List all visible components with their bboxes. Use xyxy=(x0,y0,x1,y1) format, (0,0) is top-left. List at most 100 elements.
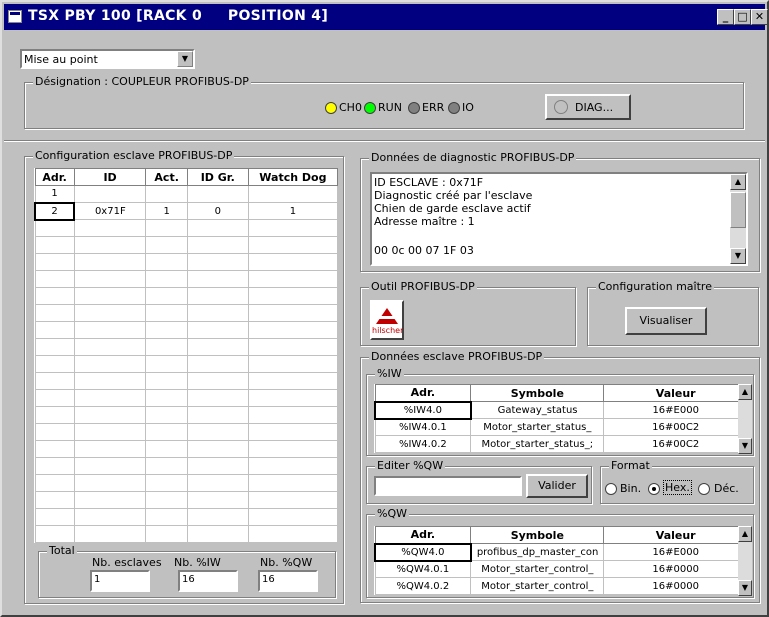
cell[interactable] xyxy=(73,253,147,271)
cell[interactable]: Motor_starter_control_ xyxy=(470,577,605,595)
hilscher-logo-button[interactable]: hilscher xyxy=(370,300,404,340)
cell[interactable]: 16#E000 xyxy=(603,543,748,561)
close-button[interactable]: ✕ xyxy=(751,9,768,25)
cell[interactable] xyxy=(247,474,339,492)
cell[interactable]: %IW4.0.1 xyxy=(374,418,472,436)
mode-select[interactable]: Mise au point ▼ xyxy=(20,49,195,69)
cell[interactable]: 1 xyxy=(34,185,75,203)
table-row-empty[interactable] xyxy=(34,236,339,254)
table-row-empty[interactable] xyxy=(34,287,339,305)
cell[interactable]: %QW4.0.1 xyxy=(374,560,472,578)
cell[interactable] xyxy=(145,355,188,373)
table-row[interactable]: 2 0x71F 1 0 1 xyxy=(33,201,339,221)
cell[interactable] xyxy=(34,253,75,271)
title-bar[interactable]: TSX PBY 100 [RACK 0 POSITION 4] _ □ ✕ xyxy=(4,4,768,30)
table-row-empty[interactable] xyxy=(34,253,339,271)
cell[interactable]: %IW4.0.2 xyxy=(374,435,472,453)
cell[interactable] xyxy=(34,304,75,322)
cell[interactable] xyxy=(145,287,188,305)
cell[interactable]: Motor_starter_status_ xyxy=(470,418,605,436)
cell[interactable] xyxy=(34,440,75,458)
minimize-button[interactable]: _ xyxy=(717,9,734,25)
cell[interactable] xyxy=(145,457,188,475)
cell[interactable] xyxy=(34,474,75,492)
cell[interactable] xyxy=(145,304,188,322)
cell[interactable] xyxy=(247,304,339,322)
table-row-empty[interactable] xyxy=(34,270,339,288)
cell[interactable] xyxy=(145,440,188,458)
cell[interactable] xyxy=(73,525,147,543)
scroll-thumb[interactable] xyxy=(730,192,746,228)
table-row-empty[interactable] xyxy=(34,389,339,407)
cell[interactable] xyxy=(247,270,339,288)
table-row-empty[interactable] xyxy=(34,338,339,356)
table-row-empty[interactable] xyxy=(34,304,339,322)
cell[interactable] xyxy=(34,219,75,237)
visualiser-button[interactable]: Visualiser xyxy=(625,307,707,335)
col-act[interactable]: Act. xyxy=(145,168,188,186)
cell[interactable] xyxy=(186,236,249,254)
cell[interactable] xyxy=(34,338,75,356)
cell[interactable] xyxy=(145,321,188,339)
col-id-gr[interactable]: ID Gr. xyxy=(186,168,249,186)
cell[interactable] xyxy=(247,440,339,458)
cell[interactable] xyxy=(247,185,339,203)
cell[interactable] xyxy=(34,372,75,390)
cell[interactable] xyxy=(145,270,188,288)
cell[interactable] xyxy=(34,270,75,288)
cell[interactable]: 16#00C2 xyxy=(603,435,748,453)
cell[interactable] xyxy=(34,287,75,305)
cell[interactable] xyxy=(247,321,339,339)
table-row-empty[interactable] xyxy=(34,372,339,390)
cell[interactable] xyxy=(186,389,249,407)
cell[interactable] xyxy=(34,457,75,475)
col-value[interactable]: Valeur xyxy=(603,384,748,402)
cell[interactable] xyxy=(247,219,339,237)
maximize-button[interactable]: □ xyxy=(734,9,751,25)
table-row[interactable]: %QW4.0 profibus_dp_master_con 16#E000 xyxy=(374,542,748,562)
cell[interactable] xyxy=(145,423,188,441)
table-row[interactable]: %IW4.0.1 Motor_starter_status_ 16#00C2 xyxy=(374,418,748,436)
cell[interactable]: 1 xyxy=(247,202,339,220)
cell[interactable] xyxy=(73,321,147,339)
scroll-down-icon[interactable]: ▼ xyxy=(738,580,752,596)
cell[interactable] xyxy=(186,355,249,373)
table-row-empty[interactable] xyxy=(34,321,339,339)
cell[interactable]: 16#0000 xyxy=(603,577,748,595)
scroll-down-icon[interactable]: ▼ xyxy=(730,248,746,264)
col-adr[interactable]: Adr. xyxy=(374,384,472,402)
cell[interactable]: 0x71F xyxy=(73,202,147,220)
col-adr[interactable]: Adr. xyxy=(34,168,75,186)
cell[interactable] xyxy=(247,287,339,305)
col-symbol[interactable]: Symbole xyxy=(470,526,605,544)
cell[interactable] xyxy=(186,423,249,441)
cell[interactable] xyxy=(73,304,147,322)
cell[interactable] xyxy=(145,338,188,356)
cell[interactable] xyxy=(73,185,147,203)
cell[interactable]: 16#0000 xyxy=(603,560,748,578)
table-row-empty[interactable] xyxy=(34,491,339,509)
cell[interactable] xyxy=(34,355,75,373)
cell[interactable] xyxy=(34,406,75,424)
radio-dec[interactable] xyxy=(698,483,710,495)
cell[interactable] xyxy=(145,525,188,543)
chevron-down-icon[interactable]: ▼ xyxy=(177,51,193,67)
cell[interactable]: 16#00C2 xyxy=(603,418,748,436)
diag-button[interactable]: DIAG... xyxy=(545,94,631,120)
iw-scrollbar[interactable]: ▲ ▼ xyxy=(738,384,752,454)
cell[interactable] xyxy=(34,491,75,509)
table-row[interactable]: %IW4.0 Gateway_status 16#E000 xyxy=(374,400,748,420)
cell[interactable] xyxy=(73,406,147,424)
cell[interactable] xyxy=(34,236,75,254)
cell[interactable] xyxy=(145,236,188,254)
cell[interactable] xyxy=(73,219,147,237)
cell[interactable] xyxy=(73,508,147,526)
cell[interactable] xyxy=(34,321,75,339)
cell[interactable] xyxy=(186,304,249,322)
cell[interactable]: 1 xyxy=(145,202,188,220)
cell[interactable] xyxy=(186,253,249,271)
cell[interactable] xyxy=(73,287,147,305)
cell[interactable] xyxy=(247,508,339,526)
cell-selected[interactable]: 2 xyxy=(33,201,76,221)
cell[interactable] xyxy=(145,219,188,237)
